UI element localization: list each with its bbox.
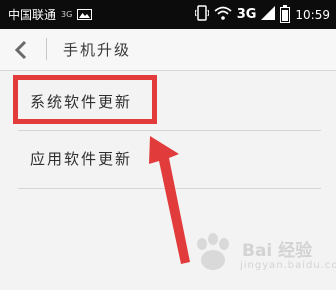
- watermark-text: Bai 经验: [242, 241, 313, 261]
- watermark: Bai 经验 jingyan.baidu.com: [190, 230, 336, 286]
- paw-logo-icon: [197, 233, 229, 270]
- watermark-url: jingyan.baidu.com: [240, 260, 336, 271]
